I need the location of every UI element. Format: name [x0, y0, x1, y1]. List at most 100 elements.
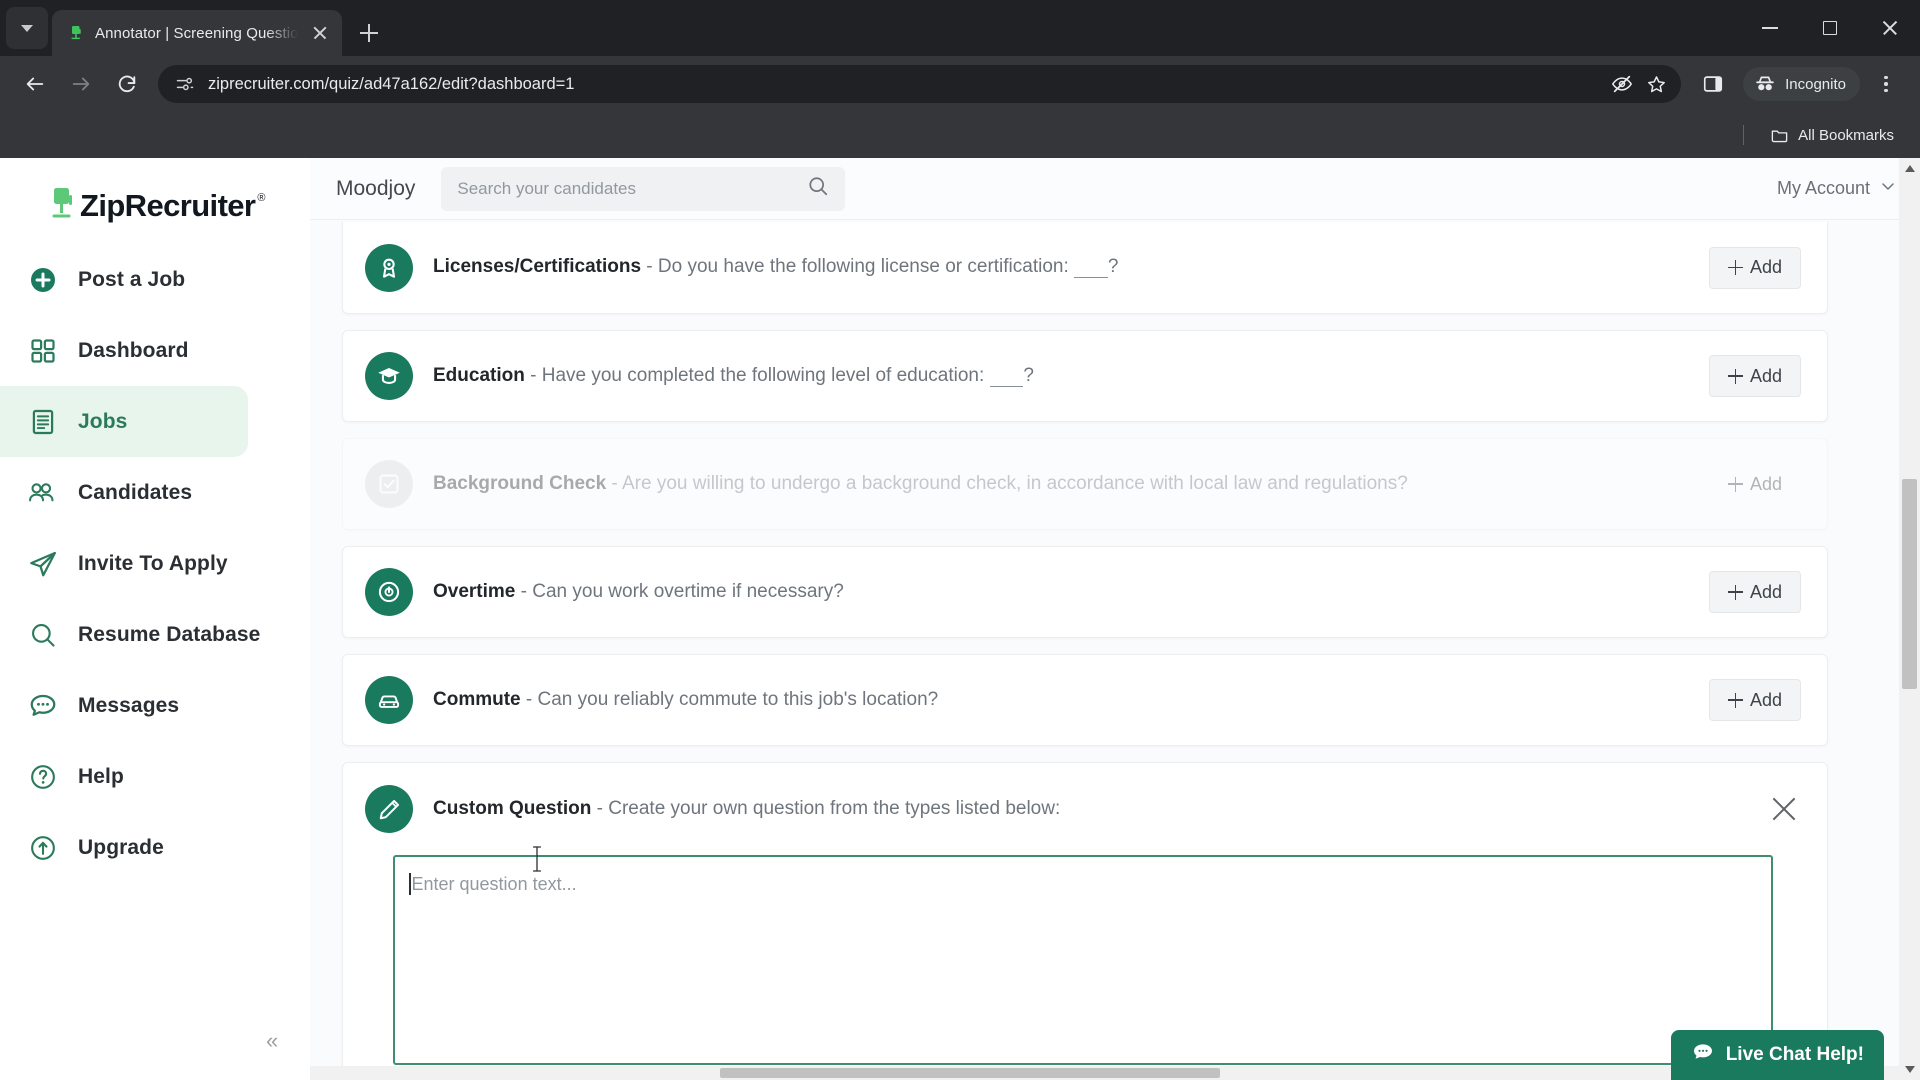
sidebar-item-resume-database[interactable]: Resume Database — [0, 599, 310, 670]
question-prompt: - Create your own question from the type… — [591, 797, 1061, 819]
scroll-up-button[interactable] — [1899, 158, 1920, 179]
incognito-indicator[interactable]: Incognito — [1743, 67, 1860, 101]
page-scrollbar[interactable] — [1899, 158, 1920, 1080]
pencil-icon — [365, 785, 413, 833]
search-icon — [26, 618, 60, 652]
ziprecruiter-logo[interactable]: ZipRecruiter ® — [0, 158, 310, 244]
question-row-overtime[interactable]: Overtime - Can you work overtime if nece… — [342, 546, 1828, 638]
chevron-down-icon — [1880, 178, 1896, 199]
add-question-button[interactable]: Add — [1709, 246, 1801, 289]
site-settings-icon[interactable] — [174, 73, 196, 95]
my-account-label: My Account — [1776, 178, 1870, 198]
sidebar-nav: Post a Job Dashboard Jobs Candidates Inv… — [0, 244, 310, 883]
close-icon[interactable] — [1767, 792, 1801, 826]
tab-search-button[interactable] — [6, 7, 48, 49]
collapse-sidebar-button[interactable]: « — [266, 1028, 278, 1054]
questions-scroll-area[interactable]: Licenses/Certifications - Do you have th… — [310, 220, 1920, 1080]
forward-arrow-icon — [72, 77, 90, 91]
star-icon[interactable] — [1645, 73, 1667, 95]
question-text: Overtime - Can you work overtime if nece… — [433, 580, 844, 605]
question-text-input[interactable]: Enter question text... — [393, 846, 1773, 1065]
all-bookmarks-button[interactable]: All Bookmarks — [1762, 122, 1902, 149]
sidebar-item-label: Resume Database — [78, 622, 261, 646]
incognito-label: Incognito — [1785, 75, 1846, 93]
sidebar-item-label: Post a Job — [78, 267, 186, 291]
upgrade-arrow-icon — [26, 831, 60, 865]
sidebar-item-post-a-job[interactable]: Post a Job — [0, 244, 310, 315]
sidebar-item-label: Invite To Apply — [78, 551, 228, 575]
add-button-label: Add — [1749, 473, 1783, 494]
window-controls — [1740, 0, 1920, 56]
sidebar-item-dashboard[interactable]: Dashboard — [0, 315, 310, 386]
minimize-icon — [1762, 27, 1778, 29]
live-chat-label: Live Chat Help! — [1725, 1044, 1864, 1065]
checkbox-check-icon — [365, 460, 413, 508]
question-row-commute[interactable]: Commute - Can you reliably commute to th… — [342, 654, 1828, 746]
question-row-education[interactable]: Education - Have you completed the follo… — [342, 330, 1828, 422]
tab-close-icon[interactable] — [308, 21, 332, 45]
sidebar-item-candidates[interactable]: Candidates — [0, 457, 310, 528]
add-question-button[interactable]: Add — [1709, 355, 1801, 397]
search-input[interactable] — [457, 178, 798, 199]
question-row-background-check: Background Check - Are you willing to un… — [342, 438, 1828, 530]
plus-icon — [1727, 368, 1743, 384]
divider — [1743, 125, 1745, 145]
back-arrow-icon — [26, 77, 44, 91]
main-content: Moodjoy My Account — [310, 158, 1920, 1080]
my-account-menu[interactable]: My Account — [1777, 178, 1896, 199]
question-prompt-end: ? — [1023, 364, 1034, 386]
scroll-down-button[interactable] — [1899, 1059, 1920, 1080]
text-caret — [409, 873, 411, 895]
close-window-button[interactable] — [1860, 0, 1920, 56]
forward-button[interactable] — [60, 63, 102, 105]
sidebar-item-jobs[interactable]: Jobs — [0, 386, 248, 457]
add-question-button[interactable]: Add — [1709, 571, 1801, 613]
add-button-label: Add — [1749, 365, 1783, 386]
search-icon[interactable] — [807, 175, 829, 202]
address-bar[interactable]: ziprecruiter.com/quiz/ad47a162/edit?dash… — [158, 65, 1682, 103]
plus-circle-icon — [26, 263, 60, 297]
url-text: ziprecruiter.com/quiz/ad47a162/edit?dash… — [208, 74, 575, 93]
question-title: Commute — [433, 688, 521, 710]
side-panel-icon[interactable] — [1693, 64, 1733, 104]
app-header: Moodjoy My Account — [310, 158, 1920, 220]
browser-toolbar: ziprecruiter.com/quiz/ad47a162/edit?dash… — [0, 56, 1920, 112]
question-title: Licenses/Certifications — [433, 256, 642, 278]
company-name: Moodjoy — [336, 176, 416, 200]
search-candidates-box[interactable] — [441, 166, 846, 211]
question-title: Background Check — [433, 472, 607, 494]
new-tab-button[interactable] — [352, 16, 386, 50]
question-title: Custom Question — [433, 797, 592, 819]
plus-icon — [1727, 584, 1743, 600]
sidebar-item-invite-to-apply[interactable]: Invite To Apply — [0, 528, 310, 599]
horizontal-scrollbar[interactable] — [310, 1066, 1899, 1080]
add-button-label: Add — [1749, 689, 1783, 710]
tracking-protection-off-icon[interactable] — [1611, 73, 1633, 95]
sidebar-item-upgrade[interactable]: Upgrade — [0, 812, 310, 883]
kebab-menu-icon[interactable] — [1866, 64, 1906, 104]
chat-bubble-icon — [1691, 1040, 1715, 1070]
maximize-button[interactable] — [1800, 0, 1860, 56]
scrollbar-track[interactable] — [1899, 179, 1920, 1059]
question-text: Commute - Can you reliably commute to th… — [433, 688, 938, 713]
sidebar-item-help[interactable]: Help — [0, 741, 310, 812]
back-button[interactable] — [14, 63, 56, 105]
sidebar-item-messages[interactable]: Messages — [0, 670, 310, 741]
reload-button[interactable] — [106, 63, 148, 105]
minimize-button[interactable] — [1740, 0, 1800, 56]
people-icon — [26, 476, 60, 510]
add-question-button[interactable]: Add — [1709, 679, 1801, 721]
sidebar-item-label: Messages — [78, 693, 180, 717]
question-circle-icon — [26, 760, 60, 794]
question-text: Education - Have you completed the follo… — [433, 364, 1034, 389]
live-chat-help-button[interactable]: Live Chat Help! — [1670, 1030, 1884, 1080]
question-row-licenses-certifications[interactable]: Licenses/Certifications - Do you have th… — [342, 222, 1828, 314]
browser-tab[interactable]: Annotator | Screening Question — [52, 10, 342, 56]
paper-plane-icon — [26, 547, 60, 581]
question-row-custom-question[interactable]: Custom Question - Create your own questi… — [342, 762, 1828, 1080]
car-icon — [365, 676, 413, 724]
horizontal-scrollbar-thumb[interactable] — [720, 1068, 1220, 1078]
scrollbar-thumb[interactable] — [1902, 479, 1917, 689]
document-icon — [26, 405, 60, 439]
all-bookmarks-label: All Bookmarks — [1798, 126, 1894, 144]
